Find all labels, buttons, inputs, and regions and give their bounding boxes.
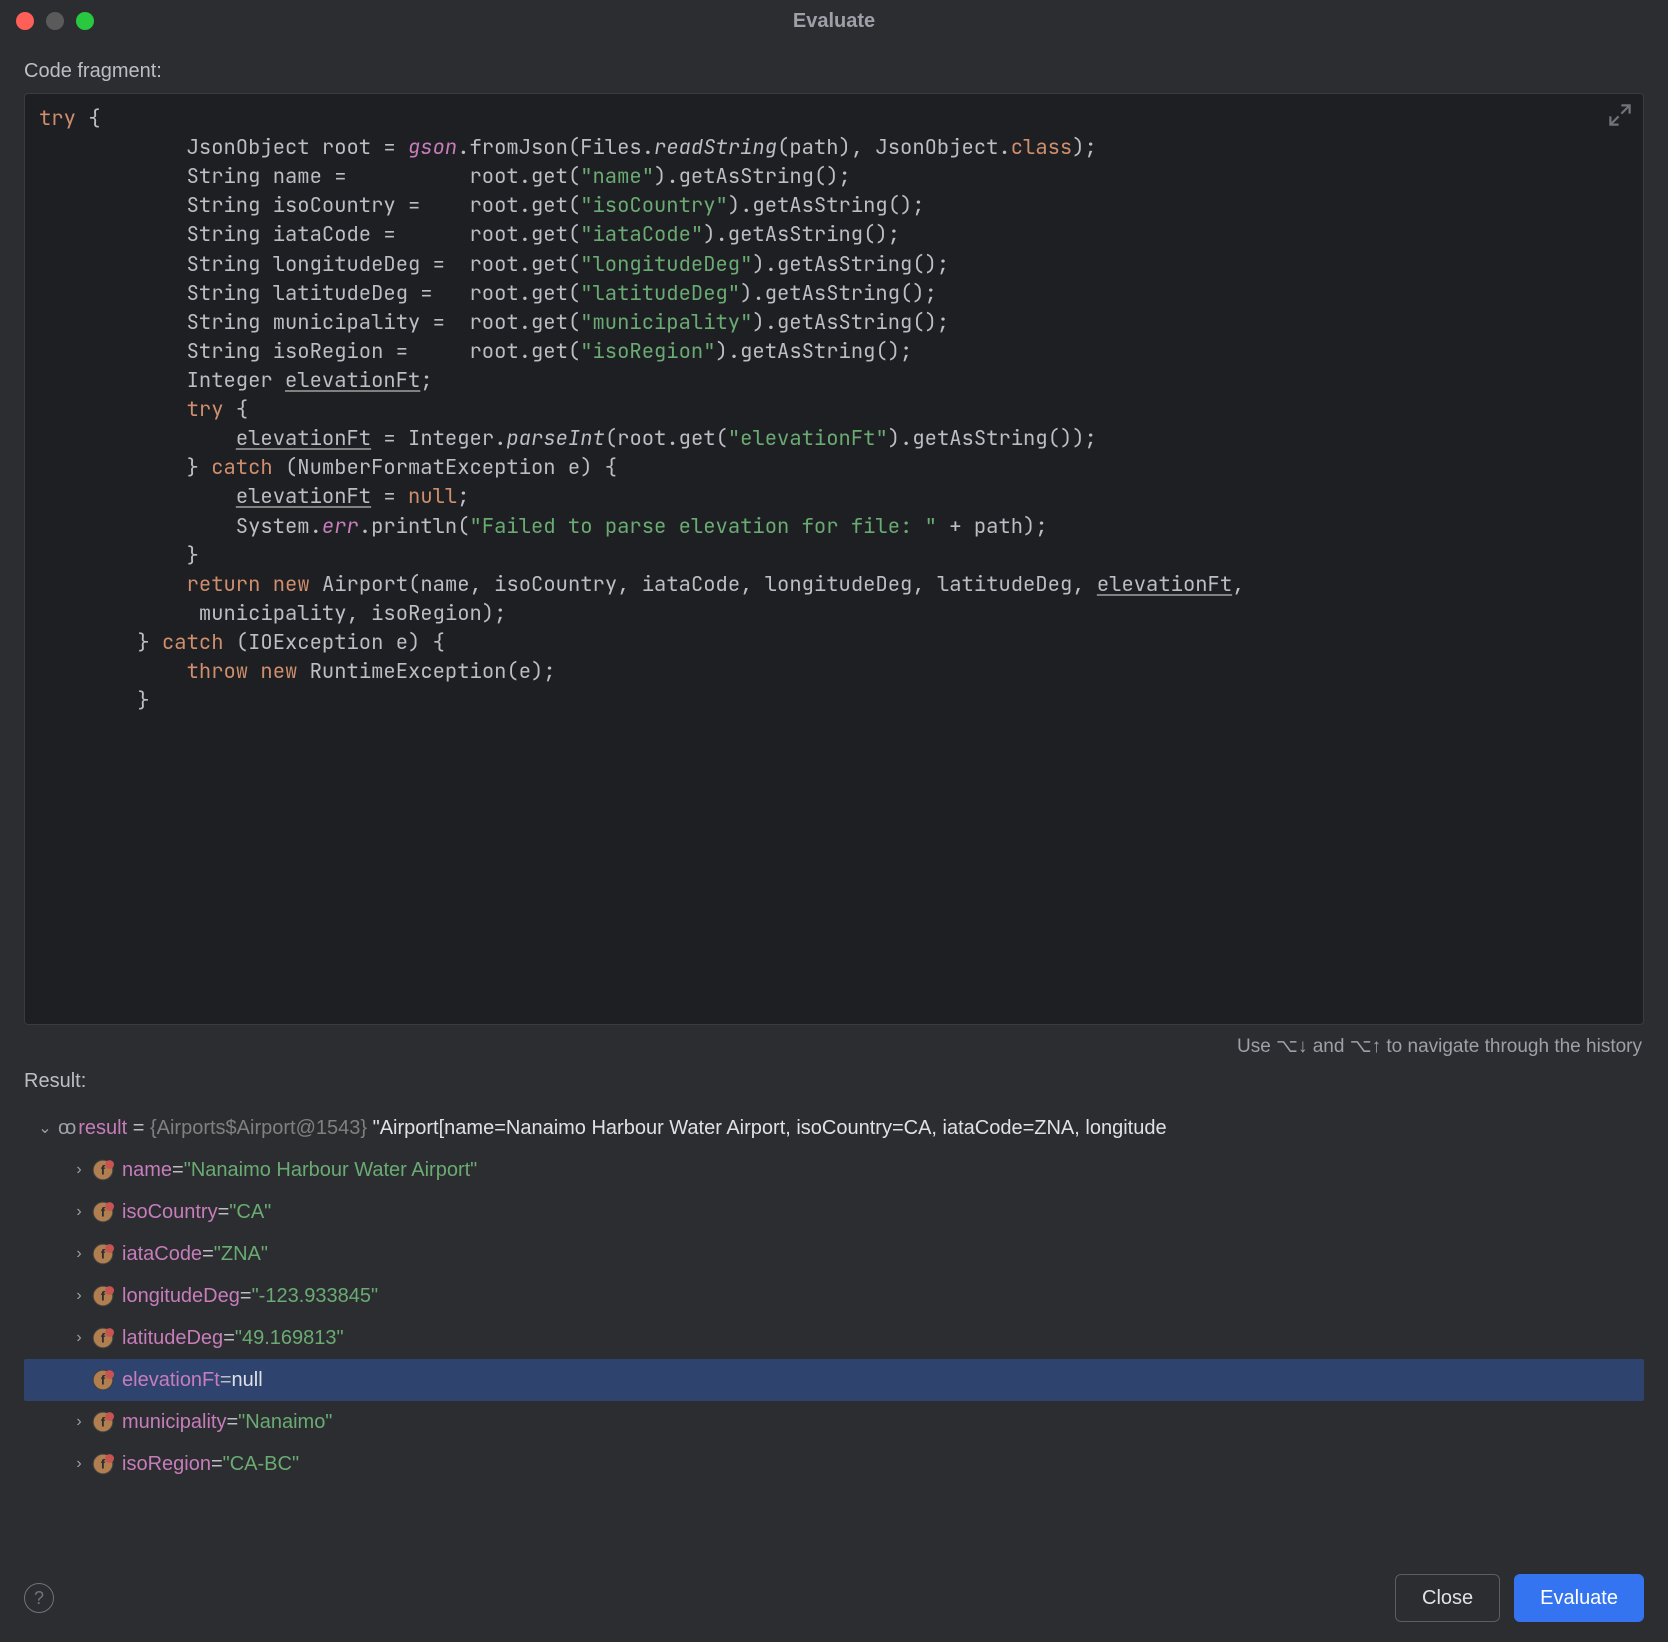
svg-text:f: f — [101, 1372, 106, 1387]
result-root-tostring: "Airport[name=Nanaimo Harbour Water Airp… — [373, 1117, 1167, 1140]
field-icon: f — [92, 1285, 114, 1307]
svg-text:f: f — [101, 1288, 106, 1303]
result-field-row[interactable]: ›fname = "Nanaimo Harbour Water Airport" — [24, 1149, 1644, 1191]
field-value: "CA-BC" — [223, 1453, 299, 1476]
field-icon: f — [92, 1411, 114, 1433]
traffic-lights — [16, 12, 94, 30]
history-hint: Use ⌥↓ and ⌥↑ to navigate through the hi… — [0, 1025, 1668, 1062]
result-field-row[interactable]: ›fisoRegion = "CA-BC" — [24, 1443, 1644, 1485]
expand-editor-icon[interactable] — [1609, 104, 1631, 126]
svg-text:f: f — [101, 1162, 106, 1177]
svg-text:f: f — [101, 1456, 106, 1471]
field-name: isoCountry — [122, 1201, 218, 1224]
field-icon: f — [92, 1369, 114, 1391]
field-value: "-123.933845" — [252, 1285, 379, 1308]
chevron-right-icon[interactable]: › — [66, 1245, 92, 1263]
field-icon: f — [92, 1201, 114, 1223]
result-root-type: {Airports$Airport@1543} — [150, 1117, 367, 1140]
field-name: municipality — [122, 1411, 226, 1434]
chevron-right-icon[interactable]: › — [66, 1287, 92, 1305]
window-titlebar: Evaluate — [0, 0, 1668, 42]
code-fragment-editor[interactable]: try { JsonObject root = gson.fromJson(Fi… — [24, 93, 1644, 1025]
result-root-name: result — [78, 1117, 127, 1140]
chevron-down-icon[interactable]: ⌄ — [32, 1118, 58, 1138]
result-field-row[interactable]: ›fiataCode = "ZNA" — [24, 1233, 1644, 1275]
glasses-icon: oo — [58, 1117, 72, 1140]
evaluate-button[interactable]: Evaluate — [1514, 1574, 1644, 1622]
chevron-right-icon[interactable]: › — [66, 1203, 92, 1221]
field-name: latitudeDeg — [122, 1327, 223, 1350]
field-icon: f — [92, 1453, 114, 1475]
svg-text:f: f — [101, 1246, 106, 1261]
field-name: elevationFt — [122, 1369, 220, 1392]
svg-text:f: f — [101, 1414, 106, 1429]
chevron-right-icon[interactable]: › — [66, 1161, 92, 1179]
field-name: iataCode — [122, 1243, 202, 1266]
result-label: Result: — [0, 1062, 1668, 1103]
chevron-right-icon[interactable]: › — [66, 1413, 92, 1431]
result-field-row[interactable]: ›flongitudeDeg = "-123.933845" — [24, 1275, 1644, 1317]
field-value: "CA" — [229, 1201, 271, 1224]
close-window-icon[interactable] — [16, 12, 34, 30]
field-value: "Nanaimo Harbour Water Airport" — [184, 1159, 478, 1182]
help-icon[interactable]: ? — [24, 1583, 54, 1613]
result-root-row[interactable]: ⌄ oo result = {Airports$Airport@1543} "A… — [24, 1107, 1644, 1149]
chevron-right-icon[interactable]: › — [66, 1455, 92, 1473]
code-fragment-label: Code fragment: — [0, 42, 1668, 93]
window-title: Evaluate — [793, 10, 875, 33]
field-value: "ZNA" — [214, 1243, 268, 1266]
field-value: null — [232, 1369, 263, 1392]
field-value: "Nanaimo" — [238, 1411, 332, 1434]
field-icon: f — [92, 1327, 114, 1349]
result-field-row[interactable]: felevationFt = null — [24, 1359, 1644, 1401]
chevron-right-icon[interactable]: › — [66, 1329, 92, 1347]
dialog-footer: ? Close Evaluate — [0, 1558, 1668, 1642]
field-name: longitudeDeg — [122, 1285, 240, 1308]
field-name: isoRegion — [122, 1453, 211, 1476]
minimize-window-icon — [46, 12, 64, 30]
result-field-row[interactable]: ›flatitudeDeg = "49.169813" — [24, 1317, 1644, 1359]
close-button[interactable]: Close — [1395, 1574, 1500, 1622]
field-value: "49.169813" — [235, 1327, 344, 1350]
result-tree[interactable]: ⌄ oo result = {Airports$Airport@1543} "A… — [24, 1107, 1644, 1485]
field-icon: f — [92, 1159, 114, 1181]
field-name: name — [122, 1159, 172, 1182]
maximize-window-icon[interactable] — [76, 12, 94, 30]
result-field-row[interactable]: ›fisoCountry = "CA" — [24, 1191, 1644, 1233]
svg-text:f: f — [101, 1204, 106, 1219]
result-field-row[interactable]: ›fmunicipality = "Nanaimo" — [24, 1401, 1644, 1443]
svg-text:f: f — [101, 1330, 106, 1345]
field-icon: f — [92, 1243, 114, 1265]
